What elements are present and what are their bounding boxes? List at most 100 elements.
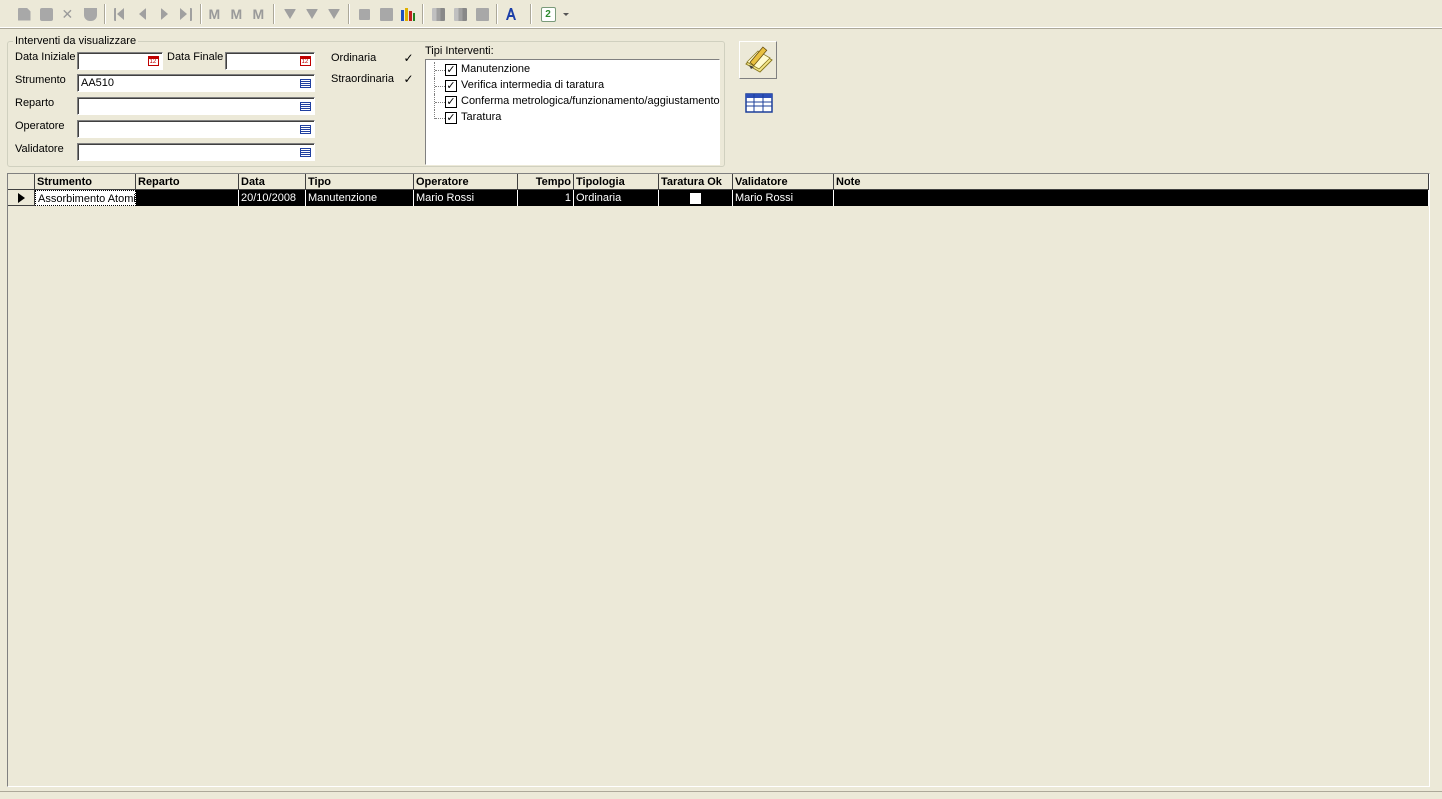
- current-row-arrow-icon: [18, 193, 25, 203]
- column-header-taratura-ok[interactable]: Taratura Ok: [659, 174, 733, 190]
- toolbar-separator: [530, 4, 532, 24]
- data-finale-field[interactable]: [225, 52, 315, 70]
- operatore-label: Operatore: [15, 120, 65, 132]
- next-record-icon[interactable]: [155, 5, 173, 23]
- column-header-tipologia[interactable]: Tipologia: [574, 174, 659, 190]
- delete-x-icon[interactable]: [59, 5, 77, 23]
- floppy-disk-icon[interactable]: [37, 5, 55, 23]
- lookup-list-icon[interactable]: [298, 77, 312, 89]
- table-row[interactable]: Assorbimento Atomico 20/10/2008 Manutenz…: [8, 190, 1429, 206]
- undo-icon[interactable]: [81, 5, 99, 23]
- filter-group-title: Interventi da visualizzare: [13, 35, 139, 47]
- tree-checkbox[interactable]: ✓: [445, 64, 457, 76]
- column-header-operatore[interactable]: Operatore: [414, 174, 518, 190]
- filter-selection-icon[interactable]: [281, 5, 299, 23]
- tree-checkbox[interactable]: ✓: [445, 80, 457, 92]
- toolbar: [0, 0, 1442, 29]
- cell-tipologia[interactable]: Ordinaria: [574, 190, 659, 206]
- tree-checkbox[interactable]: ✓: [445, 96, 457, 108]
- new-document-icon[interactable]: [15, 5, 33, 23]
- toolbar-separator: [273, 4, 275, 24]
- operatore-field[interactable]: [77, 120, 315, 138]
- cell-validatore[interactable]: Mario Rossi: [733, 190, 834, 206]
- toolbar-separator: [348, 4, 350, 24]
- edit-button[interactable]: [739, 41, 777, 79]
- lookup-list-icon[interactable]: [298, 123, 312, 135]
- reparto-label: Reparto: [15, 97, 55, 109]
- strumento-value: AA510: [81, 77, 115, 89]
- tipi-interventi-title: Tipi Interventi:: [425, 45, 494, 57]
- toolbar-separator: [104, 4, 106, 24]
- column-header-data[interactable]: Data: [239, 174, 306, 190]
- column-header-note[interactable]: Note: [834, 174, 1429, 190]
- first-record-icon[interactable]: [111, 5, 129, 23]
- header-row-indicator: [8, 174, 35, 190]
- cell-taratura-ok[interactable]: [659, 190, 733, 206]
- chevron-down-icon[interactable]: [563, 13, 569, 16]
- column-header-strumento[interactable]: Strumento: [35, 174, 136, 190]
- ordinaria-checkbox[interactable]: ✓: [403, 52, 414, 64]
- data-finale-label: Data Finale: [167, 51, 224, 63]
- tree-item-label: Manutenzione: [461, 63, 531, 75]
- refresh-icon[interactable]: [539, 5, 557, 23]
- column-header-tipo[interactable]: Tipo: [306, 174, 414, 190]
- tipi-interventi-tree[interactable]: ✓ Manutenzione ✓ Verifica intermedia di …: [425, 59, 720, 165]
- data-iniziale-field[interactable]: [77, 52, 163, 70]
- lookup-list-icon[interactable]: [298, 100, 312, 112]
- clipboard-icon[interactable]: [473, 5, 491, 23]
- bottom-border: [0, 791, 1442, 792]
- calendar-icon[interactable]: [298, 55, 312, 67]
- previous-record-icon[interactable]: [133, 5, 151, 23]
- interventi-grid[interactable]: Strumento Reparto Data Tipo Operatore Te…: [7, 173, 1430, 787]
- pencil-paper-icon: [745, 46, 773, 73]
- toolbar-separator: [422, 4, 424, 24]
- reparto-field[interactable]: [77, 97, 315, 115]
- table-grid-icon: [745, 93, 773, 113]
- taratura-ok-checkbox[interactable]: [690, 193, 701, 204]
- spell-check-icon[interactable]: [502, 5, 520, 23]
- tree-item-taratura[interactable]: ✓ Taratura: [426, 110, 716, 126]
- cell-reparto[interactable]: [136, 190, 239, 206]
- tree-item-label: Verifica intermedia di taratura: [461, 79, 605, 91]
- remove-filter-icon[interactable]: [325, 5, 343, 23]
- cell-note[interactable]: [834, 190, 1429, 206]
- tree-item-conferma[interactable]: ✓ Conferma metrologica/funzionamento/agg…: [426, 94, 720, 110]
- paste-icon[interactable]: [451, 5, 469, 23]
- copy-icon[interactable]: [429, 5, 447, 23]
- cell-data[interactable]: 20/10/2008: [239, 190, 306, 206]
- ordinaria-label: Ordinaria: [331, 52, 377, 64]
- form-icon[interactable]: [355, 5, 373, 23]
- cell-operatore[interactable]: Mario Rossi: [414, 190, 518, 206]
- last-record-icon[interactable]: [177, 5, 195, 23]
- straordinaria-checkbox[interactable]: ✓: [403, 73, 414, 85]
- strumento-field[interactable]: AA510: [77, 74, 315, 92]
- grid-header: Strumento Reparto Data Tipo Operatore Te…: [8, 174, 1429, 190]
- cell-tipo[interactable]: Manutenzione: [306, 190, 414, 206]
- tree-item-label: Taratura: [461, 111, 502, 123]
- tree-item-verifica[interactable]: ✓ Verifica intermedia di taratura: [426, 78, 716, 94]
- calendar-icon[interactable]: [146, 55, 160, 67]
- validatore-label: Validatore: [15, 143, 64, 155]
- lookup-list-icon[interactable]: [298, 146, 312, 158]
- report-chart-icon[interactable]: [399, 5, 417, 23]
- binoculars-previous-icon[interactable]: [250, 5, 268, 23]
- toolbar-separator: [200, 4, 202, 24]
- grid-view-button[interactable]: [744, 92, 774, 114]
- cell-tempo[interactable]: 1: [518, 190, 574, 206]
- toolbar-separator: [496, 4, 498, 24]
- binoculars-next-icon[interactable]: [228, 5, 246, 23]
- cell-strumento[interactable]: Assorbimento Atomico: [35, 190, 136, 206]
- column-header-tempo[interactable]: Tempo: [518, 174, 574, 190]
- row-indicator[interactable]: [8, 190, 35, 206]
- strumento-label: Strumento: [15, 74, 66, 86]
- tree-item-manutenzione[interactable]: ✓ Manutenzione: [426, 62, 716, 78]
- filter-icon[interactable]: [303, 5, 321, 23]
- validatore-field[interactable]: [77, 143, 315, 161]
- column-header-validatore[interactable]: Validatore: [733, 174, 834, 190]
- column-header-reparto[interactable]: Reparto: [136, 174, 239, 190]
- printer-icon[interactable]: [377, 5, 395, 23]
- straordinaria-label: Straordinaria: [331, 73, 394, 85]
- data-iniziale-label: Data Iniziale: [15, 51, 76, 63]
- binoculars-icon[interactable]: [206, 5, 224, 23]
- tree-checkbox[interactable]: ✓: [445, 112, 457, 124]
